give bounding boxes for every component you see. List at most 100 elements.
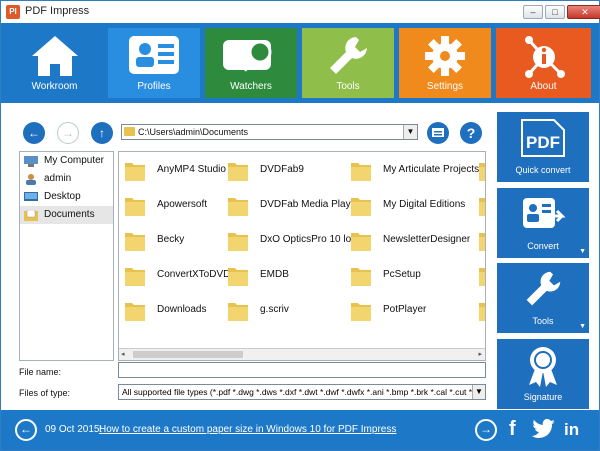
files-of-type-value: All supported file types (*.pdf *.dwg *.… <box>122 387 479 397</box>
path-text: C:\Users\admin\Documents <box>138 127 249 137</box>
file-browser: ← → ↑ C:\Users\admin\Documents ▼ ? My Co <box>1 103 493 410</box>
tab-tools[interactable]: Tools <box>302 28 394 98</box>
tab-workroom[interactable]: Workroom <box>6 28 103 98</box>
signature-label: Signature <box>523 392 563 402</box>
close-button[interactable]: ✕ <box>567 5 600 19</box>
wrench-icon <box>330 37 367 74</box>
tab-watchers[interactable]: Watchers <box>205 28 297 98</box>
quick-convert-button[interactable]: PDF Quick convert <box>497 112 589 182</box>
folder-icon <box>228 303 248 321</box>
minimize-button[interactable]: ‒ <box>523 5 543 19</box>
quick-convert-label: Quick convert <box>515 165 571 175</box>
next-news-button[interactable]: → <box>475 419 497 441</box>
file-name: Apowersoft <box>157 199 208 210</box>
main-nav: Workroom Profiles Watchers Tools Setting… <box>1 23 599 103</box>
title-bar: PI PDF Impress ‒ □ ✕ <box>1 1 600 23</box>
horizontal-scrollbar[interactable]: ◂ ▸ <box>119 348 485 360</box>
desktop-icon <box>24 192 38 201</box>
tab-label: Tools <box>336 81 360 92</box>
scroll-right-icon[interactable]: ▸ <box>478 349 482 360</box>
ribbon-icon <box>529 347 557 387</box>
tree-item-label: Desktop <box>44 191 81 202</box>
chevron-down-icon[interactable]: ▼ <box>579 248 586 255</box>
file-name: DxO OpticsPro 10 logs <box>260 234 362 245</box>
tree-item-documents[interactable]: Documents <box>20 206 113 224</box>
tab-about[interactable]: About <box>496 28 591 98</box>
facebook-icon[interactable]: f <box>509 418 516 441</box>
tab-label: Settings <box>426 81 464 92</box>
folder-tree: My Computer admin Desktop Documents <box>19 151 114 361</box>
path-combobox[interactable]: C:\Users\admin\Documents ▼ <box>121 124 418 140</box>
convert-button[interactable]: Convert ▼ <box>497 188 589 258</box>
up-folder-button[interactable]: ↑ <box>91 122 113 144</box>
tree-item-admin[interactable]: admin <box>20 170 113 188</box>
file-name: NewsletterDesigner <box>383 234 471 245</box>
forward-button[interactable]: → <box>57 122 79 144</box>
folder-icon <box>228 198 248 216</box>
tree-item-label: Documents <box>44 209 95 220</box>
app-logo-icon: PI <box>6 5 20 19</box>
chevron-down-icon[interactable]: ▼ <box>472 385 485 399</box>
scrollbar-thumb[interactable] <box>133 351 243 358</box>
tools-button[interactable]: Tools ▼ <box>497 263 589 333</box>
view-icon <box>432 128 444 137</box>
folder-icon <box>351 303 371 321</box>
files-of-type-select[interactable]: All supported file types (*.pdf *.dwg *.… <box>118 384 486 400</box>
file-name: My Digital Editions <box>383 199 466 210</box>
signature-button[interactable]: Signature <box>497 339 589 409</box>
main-area: ← → ↑ C:\Users\admin\Documents ▼ ? My Co <box>1 103 599 410</box>
tab-label: Profiles <box>137 81 171 92</box>
tab-label: Watchers <box>230 81 272 92</box>
file-name: PcSetup <box>383 269 421 280</box>
file-name-label: File name: <box>19 367 62 377</box>
pdf-icon: PDF <box>521 119 565 157</box>
scroll-left-icon[interactable]: ◂ <box>121 349 125 360</box>
news-link[interactable]: How to create a custom paper size in Win… <box>99 424 396 435</box>
profiles-icon <box>129 36 179 74</box>
folder-icon <box>125 198 145 216</box>
tree-item-desktop[interactable]: Desktop <box>20 188 113 206</box>
maximize-button[interactable]: □ <box>545 5 565 19</box>
linkedin-icon[interactable]: in <box>564 420 579 440</box>
folder-icon <box>479 163 485 181</box>
computer-icon <box>24 156 38 167</box>
wrench-icon <box>526 271 561 306</box>
file-name: AnyMP4 Studio <box>157 164 226 175</box>
app-window: PI PDF Impress ‒ □ ✕ Workroom Profiles W… <box>0 0 600 451</box>
files-of-type-label: Files of type: <box>19 388 71 398</box>
file-name-input[interactable] <box>118 362 486 378</box>
back-button[interactable]: ← <box>23 122 45 144</box>
view-options-button[interactable] <box>427 122 449 144</box>
house-icon <box>31 36 78 76</box>
news-date: 09 Oct 2015: <box>45 424 103 435</box>
window-title: PDF Impress <box>25 5 90 17</box>
folder-icon <box>351 163 371 181</box>
twitter-icon[interactable] <box>532 419 556 441</box>
folder-icon <box>228 268 248 286</box>
chevron-down-icon[interactable]: ▼ <box>403 125 417 139</box>
folder-icon <box>351 233 371 251</box>
folder-icon <box>479 198 485 216</box>
chevron-down-icon[interactable]: ▼ <box>579 323 586 330</box>
info-icon <box>524 36 565 78</box>
folder-icon <box>228 163 248 181</box>
user-icon <box>26 174 36 185</box>
folder-icon <box>125 268 145 286</box>
folder-icon <box>479 233 485 251</box>
tab-profiles[interactable]: Profiles <box>108 28 200 98</box>
pdf-badge: PDF <box>526 133 560 152</box>
file-name: ConvertXToDVD <box>157 269 231 280</box>
folder-icon <box>125 163 145 181</box>
file-name: DVDFab Media Player <box>260 199 360 210</box>
folder-icon <box>125 303 145 321</box>
convert-label: Convert <box>527 241 559 251</box>
prev-news-button[interactable]: ← <box>15 419 37 441</box>
binoculars-icon <box>223 40 272 72</box>
tree-item-label: My Computer <box>44 155 105 166</box>
folder-icon <box>228 233 248 251</box>
file-name: PotPlayer <box>383 304 427 315</box>
tree-item-my-computer[interactable]: My Computer <box>20 152 113 170</box>
tab-settings[interactable]: Settings <box>399 28 491 98</box>
tab-label: Workroom <box>31 81 78 92</box>
help-button[interactable]: ? <box>460 122 482 144</box>
